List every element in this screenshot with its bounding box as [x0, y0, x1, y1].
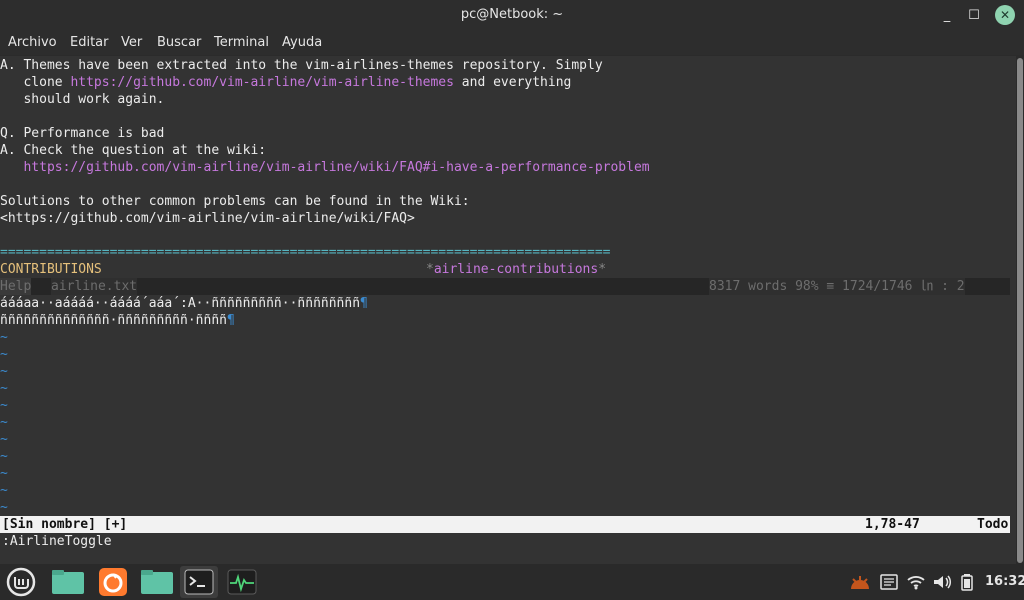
help-line: clone https://github.com/vim-airline/vim… — [0, 74, 571, 91]
menu-ayuda[interactable]: Ayuda — [282, 35, 322, 50]
link-faq-performance[interactable]: https://github.com/vim-airline/vim-airli… — [23, 160, 649, 175]
empty-line-tilde: ~ — [0, 364, 8, 379]
empty-line-tilde: ~ — [0, 330, 8, 345]
system-monitor-button[interactable] — [226, 567, 258, 597]
buffer-text: áááaa··aáááá··áááá´aáa´:A··ñññññññññ··ññ… — [0, 296, 361, 311]
buffer-line: áááaa··aáááá··áááá´aáa´:A··ñññññññññ··ññ… — [0, 295, 368, 312]
empty-line-tilde: ~ — [0, 449, 8, 464]
empty-line-tilde: ~ — [0, 398, 8, 413]
menu-editar[interactable]: Editar — [70, 35, 109, 50]
mint-menu-button[interactable] — [5, 567, 37, 597]
close-button[interactable]: ✕ — [995, 5, 1015, 25]
help-text: clone — [0, 75, 71, 90]
help-line: A. Themes have been extracted into the v… — [0, 58, 603, 73]
close-icon: ✕ — [999, 8, 1011, 22]
tag-star: * — [426, 262, 434, 277]
menu-archivo[interactable]: Archivo — [8, 35, 57, 50]
buffer-text: ññññññññññññññ·ñññññññññ·ññññ — [0, 313, 227, 328]
scrollbar-thumb[interactable] — [1017, 58, 1023, 563]
help-line: https://github.com/vim-airline/vim-airli… — [0, 159, 649, 176]
maximize-icon: ☐ — [968, 7, 980, 23]
files-button[interactable] — [51, 567, 85, 597]
maximize-button[interactable]: ☐ — [965, 6, 983, 24]
notes-icon[interactable] — [880, 574, 898, 590]
taskbar: 16:32 — [0, 564, 1024, 600]
volume-icon[interactable] — [932, 574, 952, 590]
empty-line-tilde: ~ — [0, 500, 8, 515]
firefox-button[interactable] — [97, 567, 129, 597]
paragraph-mark: ¶ — [226, 313, 235, 328]
system-monitor-icon — [227, 569, 257, 595]
tab-airline-txt[interactable]: airline.txt — [51, 278, 138, 295]
help-status-line: Help airline.txt 8317 words 98% ≡ 1724/1… — [0, 278, 1010, 295]
terminal-view[interactable]: A. Themes have been extracted into the v… — [0, 56, 1016, 564]
help-line: Solutions to other common problems can b… — [0, 194, 470, 209]
tab-help[interactable]: Help — [0, 278, 32, 295]
folder-button[interactable] — [140, 567, 174, 597]
help-text — [0, 160, 23, 175]
folder-icon — [141, 570, 173, 594]
empty-line-tilde: ~ — [0, 381, 8, 396]
help-text: and everything — [453, 75, 572, 90]
mint-menu-icon — [6, 567, 36, 597]
tag-star: * — [598, 262, 607, 277]
empty-line-tilde: ~ — [0, 483, 8, 498]
empty-line-tilde: ~ — [0, 415, 8, 430]
title-bar: pc@Netbook: ~ _ ☐ ✕ — [0, 0, 1024, 30]
scroll-percent: Todo — [977, 517, 1009, 532]
separator-line: ========================================… — [0, 245, 611, 260]
terminal-button[interactable] — [180, 566, 218, 598]
contributions-tag: *airline-contributions* — [426, 261, 606, 278]
menu-ver[interactable]: Ver — [121, 35, 142, 50]
help-line: should work again. — [0, 92, 165, 107]
window-title: pc@Netbook: ~ — [460, 7, 564, 22]
files-folder-icon — [52, 570, 84, 594]
minimize-icon: _ — [943, 7, 951, 23]
menu-buscar[interactable]: Buscar — [157, 35, 201, 50]
wifi-icon[interactable] — [906, 574, 926, 590]
help-line: A. Check the question at the wiki: — [0, 143, 267, 158]
clock[interactable]: 16:32 — [985, 574, 1024, 589]
contributions-heading: CONTRIBUTIONS — [0, 262, 102, 277]
help-line: Q. Performance is bad — [0, 126, 165, 141]
paragraph-mark: ¶ — [360, 296, 368, 311]
cursor-position: 1,78-47 — [865, 517, 920, 532]
buffer-line: ññññññññññññññ·ñññññññññ·ññññ¶ — [0, 312, 235, 329]
empty-line-tilde: ~ — [0, 466, 8, 481]
redshift-icon[interactable] — [849, 573, 871, 591]
menu-bar: Archivo Editar Ver Buscar Terminal Ayuda — [0, 30, 1024, 55]
buffer-name: [Sin nombre] [+] — [2, 517, 128, 532]
link-airline-themes[interactable]: https://github.com/vim-airline/vim-airli… — [70, 75, 454, 90]
minimize-button[interactable]: _ — [938, 6, 956, 24]
empty-line-tilde: ~ — [0, 432, 8, 447]
help-line: <https://github.com/vim-airline/vim-airl… — [0, 211, 415, 226]
scrollbar[interactable] — [1016, 56, 1024, 564]
menu-terminal[interactable]: Terminal — [214, 35, 269, 50]
tag-label[interactable]: airline-contributions — [434, 262, 598, 277]
file-stats: 8317 words 98% ≡ 1724/1746 ㏑ : 2 — [709, 278, 965, 295]
terminal-icon — [184, 569, 214, 595]
battery-icon[interactable] — [960, 573, 974, 591]
firefox-icon — [99, 568, 127, 596]
empty-line-tilde: ~ — [0, 347, 8, 362]
status-line: [Sin nombre] [+] 1,78-47 Todo — [0, 516, 1010, 533]
command-line[interactable]: :AirlineToggle — [2, 533, 112, 550]
